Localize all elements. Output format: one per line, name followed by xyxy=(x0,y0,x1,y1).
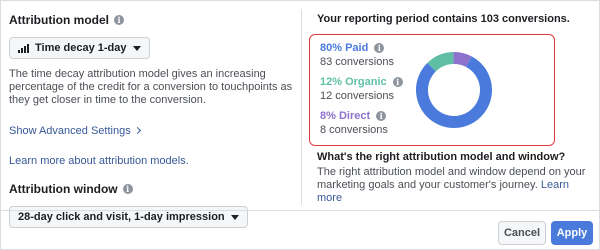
attribution-help-answer: The right attribution model and window d… xyxy=(317,166,587,205)
conversion-breakdown-box: 80% Paid i 83 conversions 12% Organic i … xyxy=(309,34,555,146)
attribution-model-heading: Attribution model i xyxy=(9,13,294,27)
attribution-help-question: What's the right attribution model and w… xyxy=(317,151,566,163)
stat-organic-percent: 12% Organic xyxy=(320,76,387,88)
show-advanced-settings-label: Show Advanced Settings xyxy=(9,125,131,137)
learn-about-attribution-link[interactable]: Learn more about attribution models. xyxy=(9,155,189,167)
stat-paid: 80% Paid i 83 conversions xyxy=(320,42,394,68)
caret-down-icon xyxy=(132,45,141,51)
stat-direct-percent: 8% Direct xyxy=(320,110,371,122)
advanced-settings-row: Show Advanced Settings xyxy=(9,121,294,139)
info-icon[interactable]: i xyxy=(122,184,133,194)
conversions-summary: Your reporting period contains 103 conve… xyxy=(317,13,570,25)
stat-organic-conversions: 12 conversions xyxy=(320,90,394,102)
info-icon[interactable]: i xyxy=(376,111,387,121)
cancel-button[interactable]: Cancel xyxy=(498,221,546,245)
info-icon[interactable]: i xyxy=(113,15,124,25)
attribution-model-description: The time decay attribution model gives a… xyxy=(9,68,293,106)
donut-segment xyxy=(416,56,492,128)
conversion-donut-chart xyxy=(416,52,492,128)
right-column: Your reporting period contains 103 conve… xyxy=(317,13,587,25)
attribution-model-title: Attribution model xyxy=(9,13,109,27)
attribution-window-heading: Attribution window i xyxy=(9,182,294,196)
stat-paid-head: 80% Paid i xyxy=(320,42,394,54)
stat-organic: 12% Organic i 12 conversions xyxy=(320,76,403,102)
attribution-model-value: Time decay 1-day xyxy=(35,42,127,54)
info-icon[interactable]: i xyxy=(392,77,403,87)
info-icon[interactable]: i xyxy=(374,43,385,53)
attribution-model-dropdown[interactable]: Time decay 1-day xyxy=(9,37,150,59)
stat-paid-conversions: 83 conversions xyxy=(320,56,394,68)
signal-bars-icon xyxy=(18,43,29,53)
apply-button[interactable]: Apply xyxy=(551,221,593,245)
attribution-window-title: Attribution window xyxy=(9,182,118,196)
caret-down-icon xyxy=(230,214,239,220)
attribution-help: What's the right attribution model and w… xyxy=(317,151,587,205)
left-column: Attribution model i Time decay 1-day The… xyxy=(9,13,294,228)
stat-organic-head: 12% Organic i xyxy=(320,76,403,88)
footer-divider xyxy=(1,210,599,211)
stat-direct: 8% Direct i 8 conversions xyxy=(320,110,388,136)
stat-paid-percent: 80% Paid xyxy=(320,42,369,54)
attribution-settings-dialog: Attribution model i Time decay 1-day The… xyxy=(0,0,600,250)
chevron-right-icon xyxy=(133,126,141,135)
show-advanced-settings-link[interactable]: Show Advanced Settings xyxy=(9,125,141,137)
stat-direct-head: 8% Direct i xyxy=(320,110,388,122)
column-divider xyxy=(301,9,302,205)
attribution-window-value: 28-day click and visit, 1-day impression xyxy=(18,211,225,223)
stat-direct-conversions: 8 conversions xyxy=(320,124,388,136)
